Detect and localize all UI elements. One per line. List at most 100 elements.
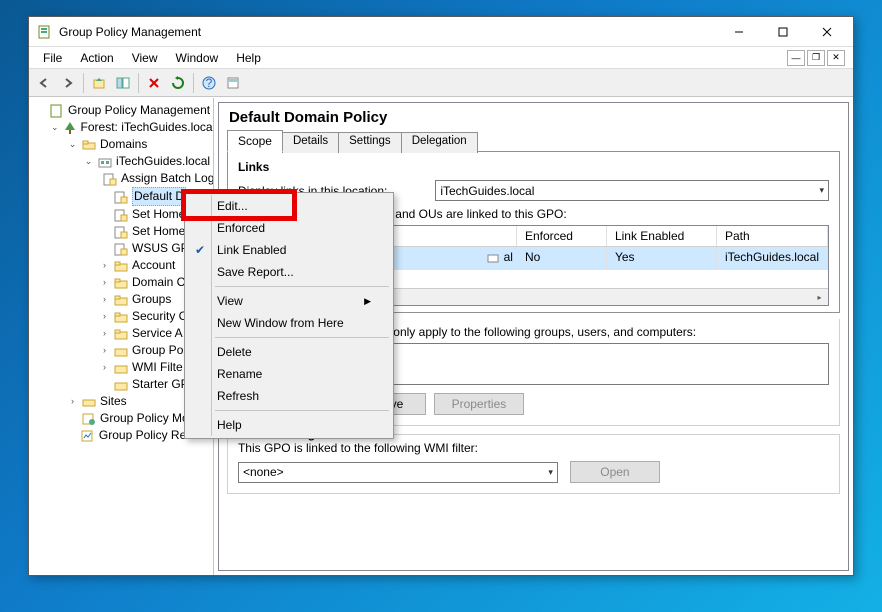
mdi-restore-button[interactable]: ❐ — [807, 50, 825, 66]
tree-ou-label: Domain C — [132, 274, 185, 291]
tree-container-label: Starter GP — [132, 376, 189, 393]
menu-file[interactable]: File — [35, 49, 70, 67]
list-item[interactable]: sers — [351, 346, 824, 365]
tab-settings[interactable]: Settings — [338, 132, 402, 153]
menu-item-label: View — [217, 294, 243, 308]
tree-root[interactable]: ▾ Group Policy Management — [33, 102, 213, 119]
tree-gpo-item[interactable]: Assign Batch Logon Script — [97, 170, 213, 187]
menu-item-label: Help — [217, 418, 242, 432]
mdi-close-button[interactable]: ✕ — [827, 50, 845, 66]
wmi-desc: This GPO is linked to the following WMI … — [238, 441, 829, 455]
chevron-down-icon: ▾ — [819, 185, 824, 196]
tab-details[interactable]: Details — [282, 132, 339, 153]
links-location-combo[interactable]: iTechGuides.local ▾ — [435, 180, 829, 201]
gpo-link-icon — [102, 171, 118, 187]
menu-item-label: Refresh — [217, 389, 259, 403]
toolbar: ? — [29, 69, 853, 97]
refresh-button[interactable] — [167, 72, 189, 94]
domains-icon — [81, 137, 97, 153]
row-path: iTechGuides.local — [717, 247, 828, 270]
detail-title: Default Domain Policy — [219, 103, 848, 126]
gpm-root-icon — [49, 103, 65, 119]
menu-item-rename[interactable]: Rename — [187, 363, 391, 385]
wmi-filter-combo[interactable]: <none> ▾ — [238, 462, 558, 483]
tree-forest[interactable]: ⌄ Forest: iTechGuides.local — [49, 119, 213, 136]
menu-item-label: Link Enabled — [217, 243, 286, 257]
menu-item-label: Edit... — [217, 199, 248, 213]
menu-item-edit[interactable]: Edit... — [187, 195, 391, 217]
titlebar: Group Policy Management — [29, 17, 853, 47]
gp-modeling-icon — [81, 411, 97, 427]
tab-scope[interactable]: Scope — [227, 130, 283, 152]
th-path[interactable]: Path — [717, 226, 828, 246]
menu-item-refresh[interactable]: Refresh — [187, 385, 391, 407]
back-button[interactable] — [33, 72, 55, 94]
menu-window[interactable]: Window — [168, 49, 227, 67]
menu-view[interactable]: View — [124, 49, 166, 67]
minimize-button[interactable] — [717, 18, 761, 46]
scroll-right-icon[interactable]: ▸ — [811, 289, 828, 305]
forward-button[interactable] — [57, 72, 79, 94]
show-hide-tree-button[interactable] — [112, 72, 134, 94]
links-combo-value: iTechGuides.local — [440, 184, 534, 198]
tree-gpo-label: Set Home — [132, 223, 185, 240]
maximize-button[interactable] — [761, 18, 805, 46]
submenu-arrow-icon: ▶ — [364, 296, 371, 307]
open-button[interactable]: Open — [570, 461, 660, 483]
menu-item-label: Rename — [217, 367, 262, 381]
menu-item-new-window-from-here[interactable]: New Window from Here — [187, 312, 391, 334]
gpo-link-icon — [113, 224, 129, 240]
help-button[interactable]: ? — [198, 72, 220, 94]
tree-sites-label: Sites — [100, 393, 127, 410]
properties-button-sec[interactable]: Properties — [434, 393, 524, 415]
menu-item-enforced[interactable]: Enforced — [187, 217, 391, 239]
ou-icon — [113, 292, 129, 308]
tree-domains[interactable]: ⌄ Domains — [65, 136, 213, 153]
up-button[interactable] — [88, 72, 110, 94]
menu-help[interactable]: Help — [228, 49, 269, 67]
tree-container-label: WMI Filte — [132, 359, 183, 376]
menu-item-help[interactable]: Help — [187, 414, 391, 436]
tree-root-label: Group Policy Management — [68, 102, 210, 119]
menu-item-label: Save Report... — [217, 265, 294, 279]
delete-button[interactable] — [143, 72, 165, 94]
menu-item-view[interactable]: View ▶ — [187, 290, 391, 312]
tab-delegation[interactable]: Delegation — [401, 132, 478, 153]
menu-item-link-enabled[interactable]: ✔ Link Enabled — [187, 239, 391, 261]
menu-item-label: Enforced — [217, 221, 265, 235]
menu-action[interactable]: Action — [72, 49, 121, 67]
links-heading: Links — [238, 160, 829, 174]
mdi-minimize-button[interactable]: — — [787, 50, 805, 66]
container-icon — [113, 360, 129, 376]
chevron-down-icon: ▾ — [548, 467, 553, 478]
app-icon — [37, 24, 53, 40]
ou-icon — [113, 258, 129, 274]
th-link-enabled[interactable]: Link Enabled — [607, 226, 717, 246]
close-button[interactable] — [805, 18, 849, 46]
row-enforced: No — [517, 247, 607, 270]
menu-item-save-report[interactable]: Save Report... — [187, 261, 391, 283]
row-location: al — [504, 250, 513, 264]
tree-domains-label: Domains — [100, 136, 147, 153]
tree-ou-label: Groups — [132, 291, 171, 308]
tree-domain[interactable]: ⌄ iTechGuides.local — [81, 153, 213, 170]
th-enforced[interactable]: Enforced — [517, 226, 607, 246]
wmi-combo-value: <none> — [243, 465, 284, 479]
properties-button[interactable] — [222, 72, 244, 94]
app-window: Group Policy Management File Action View… — [28, 16, 854, 576]
ou-icon — [113, 275, 129, 291]
menu-item-delete[interactable]: Delete — [187, 341, 391, 363]
sites-icon — [81, 394, 97, 410]
check-icon: ✔ — [195, 243, 205, 257]
domain-icon — [97, 154, 113, 170]
gpo-link-icon — [113, 241, 129, 257]
context-menu: Edit... Enforced ✔ Link Enabled Save Report.… — [184, 192, 394, 439]
gpo-link-icon — [113, 207, 129, 223]
ou-icon — [113, 309, 129, 325]
gp-results-icon — [80, 428, 96, 444]
forest-icon — [62, 120, 78, 136]
tree-ou-label: Account — [132, 257, 175, 274]
menu-item-label: Delete — [217, 345, 252, 359]
security-desc: PO can only apply to the following group… — [350, 325, 829, 339]
tree-gpo-label: Set Home — [132, 206, 185, 223]
